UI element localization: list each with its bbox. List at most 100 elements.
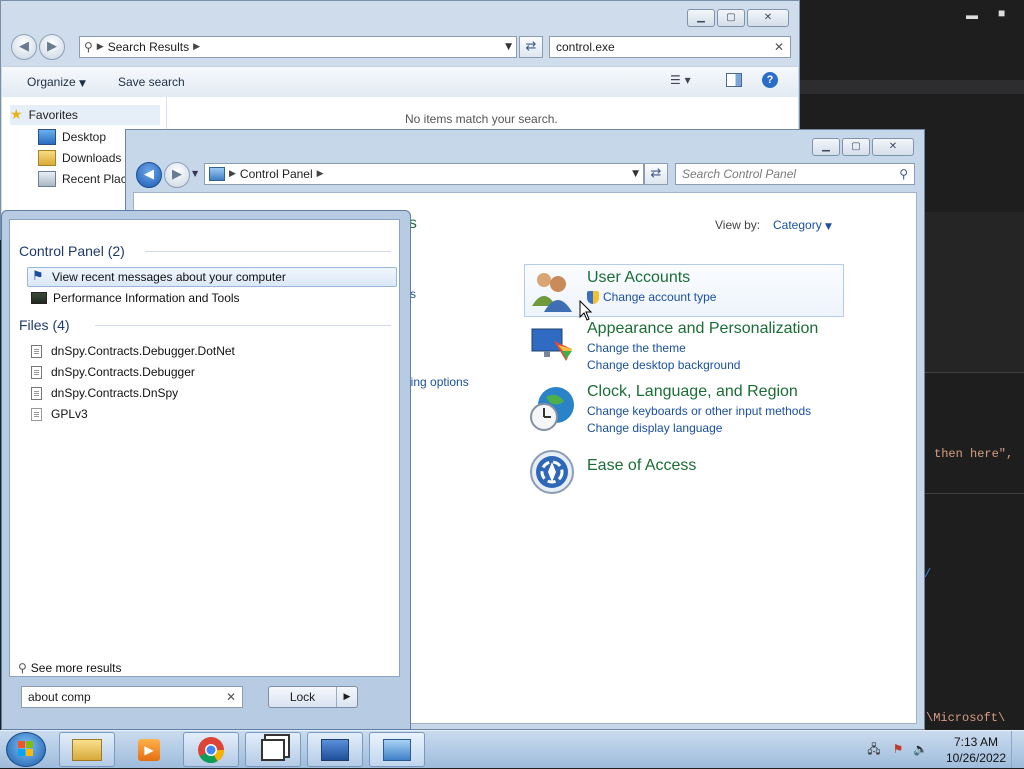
forward-button[interactable]: ▶ (164, 162, 190, 188)
address-bar[interactable]: ▶ Control Panel ▶ ▼ (204, 163, 644, 185)
minimize-icon[interactable]: ▬ (966, 8, 978, 22)
star-icon: ★ (10, 107, 23, 123)
clear-icon[interactable]: ✕ (226, 687, 236, 707)
taskbar-task-view[interactable] (245, 732, 301, 767)
minimize-button[interactable]: ▁ (812, 138, 840, 156)
favorites-item[interactable]: ★ Favorites (10, 105, 160, 125)
lock-button[interactable]: Lock (269, 687, 336, 707)
refresh-button[interactable]: ⇄ (519, 36, 543, 58)
power-button-group: Lock ▶ (268, 686, 358, 708)
clock-date: 10/26/2022 (945, 751, 1006, 765)
appearance-icon (528, 321, 576, 369)
group-header-control-panel[interactable]: Control Panel (2) (19, 243, 125, 259)
category-title[interactable]: Clock, Language, and Region (587, 383, 811, 401)
start-search-input[interactable]: about comp ✕ (21, 686, 243, 708)
result-view-recent-messages[interactable]: ⚑ View recent messages about your comput… (27, 267, 397, 287)
back-button[interactable]: ◀ (11, 34, 37, 60)
recent-places-icon (38, 171, 56, 187)
show-desktop-button[interactable] (1011, 731, 1024, 768)
view-by-dropdown[interactable]: Category ▼ (773, 218, 832, 232)
taskbar-control-panel[interactable] (369, 732, 425, 767)
taskbar-remote-desktop[interactable] (307, 732, 363, 767)
chevron-right-icon[interactable]: ▶ (317, 169, 324, 179)
category-user-accounts: User Accounts Change account type (587, 269, 716, 304)
see-more-results-link[interactable]: ⚲ See more results (18, 658, 122, 678)
group-header-files[interactable]: Files (4) (19, 317, 70, 333)
clear-icon[interactable]: ✕ (774, 37, 784, 57)
editor-tab-strip (790, 80, 1024, 94)
chevron-right-icon[interactable]: ▶ (193, 42, 200, 52)
refresh-button[interactable]: ⇄ (644, 163, 668, 185)
taskbar: ▶ 🖧 ⚑ 🔈 7:13 AM 10/26/2022 (0, 730, 1024, 768)
breadcrumb-search-results[interactable]: Search Results (108, 40, 189, 54)
category-clock-language-region: Clock, Language, and Region Change keybo… (587, 383, 811, 435)
back-button[interactable]: ◀ (136, 162, 162, 188)
power-options-arrow-icon[interactable]: ▶ (336, 687, 357, 707)
maximize-icon[interactable]: ■ (998, 6, 1005, 20)
start-button[interactable] (6, 732, 46, 767)
maximize-button[interactable]: ▢ (842, 138, 870, 156)
chevron-down-icon[interactable]: ▼ (505, 42, 512, 52)
category-link[interactable]: Change desktop background (587, 358, 818, 372)
address-bar[interactable]: ⚲ ▶ Search Results ▶ ▼ (79, 36, 517, 58)
result-label: Performance Information and Tools (53, 291, 240, 305)
maximize-button[interactable]: ▢ (717, 9, 745, 27)
forward-button[interactable]: ▶ (39, 34, 65, 60)
result-label: View recent messages about your computer (52, 270, 286, 284)
chevron-down-icon[interactable]: ▼ (632, 169, 639, 179)
save-search-button[interactable]: Save search (118, 75, 185, 89)
clock-globe-icon (528, 385, 576, 433)
close-button[interactable]: ✕ (872, 138, 914, 156)
category-ease-of-access: Ease of Access (587, 457, 696, 475)
network-icon[interactable]: 🖧 (867, 742, 881, 756)
windows-stack-icon (261, 738, 285, 761)
category-link[interactable]: Change display language (587, 421, 811, 435)
volume-icon[interactable]: 🔈 (913, 742, 928, 756)
close-button[interactable]: ✕ (747, 9, 789, 27)
window-controls: ▁ ▢ ✕ (687, 9, 789, 27)
category-link[interactable]: Change account type (587, 290, 716, 304)
result-file[interactable]: GPLv3 (27, 404, 88, 424)
search-input[interactable]: control.exe ✕ (549, 36, 791, 58)
performance-icon (31, 292, 47, 304)
user-accounts-icon (528, 266, 576, 314)
minimize-button[interactable]: ▁ (687, 9, 715, 27)
mouse-cursor-icon (579, 300, 593, 321)
category-title[interactable]: User Accounts (587, 269, 716, 287)
code-text: \Microsoft\ (926, 711, 1006, 725)
see-more-label: See more results (30, 661, 122, 675)
taskbar-explorer[interactable] (59, 732, 115, 767)
result-file[interactable]: dnSpy.Contracts.Debugger (27, 362, 195, 382)
nav-item-downloads[interactable]: Downloads (38, 148, 121, 168)
taskbar-media-player[interactable]: ▶ (121, 732, 177, 767)
category-appearance: Appearance and Personalization Change th… (587, 320, 818, 372)
favorites-label: Favorites (28, 108, 78, 122)
help-icon[interactable]: ? (762, 72, 778, 88)
category-title[interactable]: Ease of Access (587, 457, 696, 475)
taskbar-chrome[interactable] (183, 732, 239, 767)
breadcrumb-control-panel[interactable]: Control Panel (240, 167, 313, 181)
blank-document-icon (31, 407, 45, 421)
views-icon[interactable]: ☰ ▾ (670, 73, 691, 87)
preview-pane-icon[interactable] (726, 73, 742, 87)
category-title[interactable]: Appearance and Personalization (587, 320, 818, 338)
nav-item-desktop[interactable]: Desktop (38, 127, 106, 147)
search-icon[interactable]: ⚲ (899, 164, 908, 184)
remote-desktop-icon (321, 738, 349, 761)
search-results-panel: Control Panel (2) ⚑ View recent messages… (9, 219, 400, 677)
category-link[interactable]: Change keyboards or other input methods (587, 404, 811, 418)
nav-item-label: Downloads (62, 151, 122, 165)
action-center-flag-icon[interactable]: ⚑ (891, 742, 905, 756)
result-file[interactable]: dnSpy.Contracts.DnSpy (27, 383, 178, 403)
ease-of-access-icon (528, 448, 576, 496)
organize-button[interactable]: Organize ▼ (27, 75, 86, 89)
result-performance-info[interactable]: Performance Information and Tools (27, 288, 240, 308)
search-control-panel-input[interactable]: Search Control Panel ⚲ (675, 163, 915, 185)
result-file[interactable]: dnSpy.Contracts.Debugger.DotNet (27, 341, 235, 361)
recent-pages-icon[interactable]: ▼ (192, 169, 198, 178)
folder-icon (72, 738, 102, 761)
desktop-icon (38, 129, 56, 145)
category-link[interactable]: Change the theme (587, 341, 818, 355)
clock[interactable]: 7:13 AM 10/26/2022 (946, 734, 1006, 766)
view-by-value: Category (773, 218, 822, 232)
